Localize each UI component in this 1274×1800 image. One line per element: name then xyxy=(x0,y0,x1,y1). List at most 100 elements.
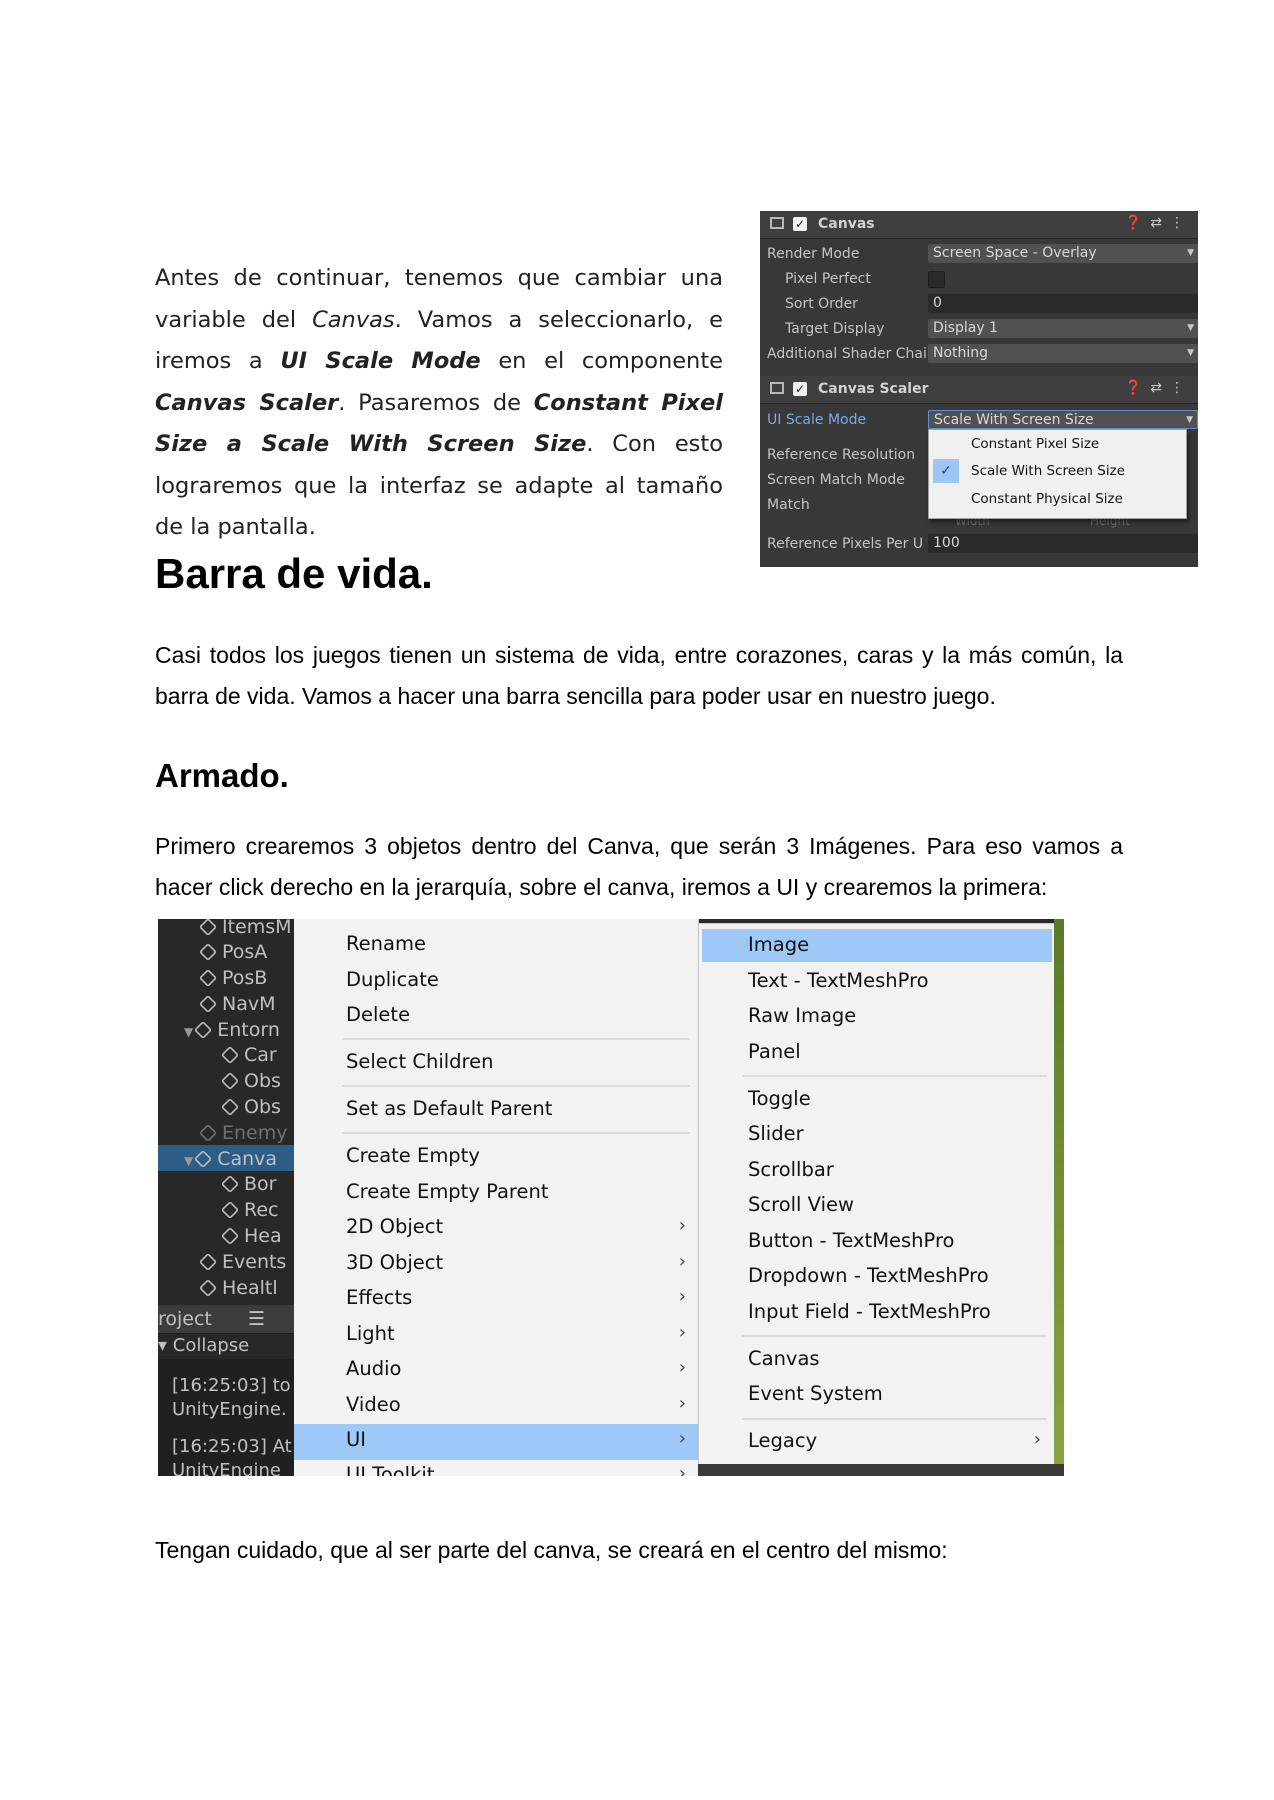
console-line[interactable]: [16:25:03] At xyxy=(172,1436,292,1457)
component-menu-icons[interactable]: ❓⇄⋮ xyxy=(1125,215,1192,231)
menu-item-ui-toolkit[interactable]: UI Toolkit xyxy=(346,1463,434,1476)
hierarchy-item[interactable]: PosA xyxy=(198,941,267,963)
intro-paragraph: Antes de continuar, tenemos que cambiar … xyxy=(155,265,724,540)
component-menu-icons[interactable]: ❓⇄⋮ xyxy=(1125,380,1192,396)
dropdown-option[interactable]: Constant Physical Size xyxy=(971,491,1123,507)
paragraph-health-bar: Casi todos los juegos tienen un sistema … xyxy=(155,642,1123,709)
menu-item-slider[interactable]: Slider xyxy=(748,1122,804,1145)
menu-item-input-field-tmp[interactable]: Input Field - TextMeshPro xyxy=(748,1300,991,1323)
render-mode-dropdown[interactable]: Screen Space - Overlay ▼ xyxy=(928,244,1198,263)
dropdown-arrow-icon: ▼ xyxy=(1187,323,1194,333)
gameobject-icon xyxy=(198,919,218,937)
menu-item-text-tmp[interactable]: Text - TextMeshPro xyxy=(748,969,929,992)
menu-item-video[interactable]: Video xyxy=(346,1393,401,1416)
hierarchy-item-canvas[interactable]: ▼ Canva xyxy=(184,1148,277,1170)
menu-item-3d-object[interactable]: 3D Object xyxy=(346,1251,443,1274)
menu-item-panel[interactable]: Panel xyxy=(748,1040,801,1063)
menu-item-delete[interactable]: Delete xyxy=(346,1003,410,1026)
submenu-arrow-icon: › xyxy=(678,1393,686,1414)
menu-separator xyxy=(342,1038,690,1040)
hierarchy-item[interactable]: NavM xyxy=(198,993,276,1015)
menu-item-button-tmp[interactable]: Button - TextMeshPro xyxy=(748,1229,954,1252)
ui-submenu: Image Text - TextMeshPro Raw Image Panel… xyxy=(698,923,1056,1476)
scale-with-screen-size-term: Scale With Screen Size xyxy=(261,431,587,457)
menu-item-effects[interactable]: Effects xyxy=(346,1286,412,1309)
hierarchy-item[interactable]: ▼ Entorn xyxy=(184,1019,280,1041)
dropdown-option[interactable]: Constant Pixel Size xyxy=(971,436,1099,452)
menu-item-rename[interactable]: Rename xyxy=(346,932,426,955)
submenu-arrow-icon: › xyxy=(678,1286,686,1307)
menu-item-light[interactable]: Light xyxy=(346,1322,395,1345)
menu-item-scrollbar[interactable]: Scrollbar xyxy=(748,1158,834,1181)
hierarchy-panel: ItemsM PosA PosB NavM ▼ Entorn Car Obs Ob… xyxy=(158,919,294,1476)
menu-separator xyxy=(342,1085,690,1087)
hierarchy-item[interactable]: Healtl xyxy=(198,1277,278,1299)
ui-scale-mode-dropdown[interactable]: Scale With Screen Size ▼ xyxy=(928,410,1198,429)
menu-separator xyxy=(742,1418,1047,1420)
menu-item-ui[interactable]: UI xyxy=(346,1428,366,1451)
gameobject-icon xyxy=(198,942,218,962)
console-line[interactable]: UnityEngine. xyxy=(172,1399,287,1420)
expand-arrow-icon: ▼ xyxy=(184,1025,194,1039)
menu-item-select-children[interactable]: Select Children xyxy=(346,1050,494,1073)
scale-mode-dropdown-menu: ✓ Constant Pixel Size Scale With Screen … xyxy=(928,429,1187,519)
canvas-scaler-icon xyxy=(770,382,784,394)
collapse-toggle[interactable]: ▾ Collapse xyxy=(158,1335,249,1356)
context-menu-screenshot: ItemsM PosA PosB NavM ▼ Entorn Car Obs Ob… xyxy=(158,919,1064,1476)
console-line[interactable]: [16:25:03] to xyxy=(172,1375,291,1396)
project-tab[interactable]: roject xyxy=(158,1308,212,1330)
menu-item-2d-object[interactable]: 2D Object xyxy=(346,1215,443,1238)
gameobject-icon xyxy=(194,1020,213,1040)
menu-item-raw-image[interactable]: Raw Image xyxy=(748,1004,856,1027)
menu-separator xyxy=(742,1075,1047,1077)
hierarchy-item[interactable]: Rec xyxy=(220,1199,278,1221)
menu-separator xyxy=(342,1132,690,1134)
inspector-screenshot: ✓ Canvas ❓⇄⋮ Render Mode Screen Space - … xyxy=(760,211,1198,567)
shader-channels-dropdown[interactable]: Nothing ▼ xyxy=(928,344,1198,363)
pixel-perfect-checkbox[interactable] xyxy=(928,271,945,288)
canvas-component-icon xyxy=(770,217,784,229)
hierarchy-item[interactable]: PosB xyxy=(198,967,267,989)
menu-item-toggle[interactable]: Toggle xyxy=(748,1087,811,1110)
gameobject-icon xyxy=(220,1174,240,1194)
dropdown-arrow-icon: ▾ xyxy=(158,1335,173,1356)
menu-item-create-empty-parent[interactable]: Create Empty Parent xyxy=(346,1180,549,1203)
hierarchy-item[interactable]: Obs xyxy=(220,1070,281,1092)
console-tab-icon[interactable]: ☰ xyxy=(248,1308,265,1330)
ui-scale-mode-term: UI Scale Mode xyxy=(280,348,481,374)
gameobject-icon xyxy=(198,1252,218,1272)
hierarchy-item[interactable]: ItemsM xyxy=(198,919,292,938)
menu-item-image[interactable]: Image xyxy=(748,933,809,956)
menu-item-legacy[interactable]: Legacy xyxy=(748,1429,817,1452)
menu-item-set-default-parent[interactable]: Set as Default Parent xyxy=(346,1097,552,1120)
menu-item-scroll-view[interactable]: Scroll View xyxy=(748,1193,854,1216)
hierarchy-item[interactable]: Events xyxy=(198,1251,286,1273)
menu-item-event-system[interactable]: Event System xyxy=(748,1382,883,1405)
hierarchy-item[interactable]: Bor xyxy=(220,1173,276,1195)
dropdown-option[interactable]: Scale With Screen Size xyxy=(971,463,1125,479)
dropdown-arrow-icon: ▼ xyxy=(1186,415,1193,425)
gameobject-icon xyxy=(220,1097,240,1117)
reference-pixels-input[interactable]: 100 xyxy=(928,534,1198,553)
menu-item-audio[interactable]: Audio xyxy=(346,1357,401,1380)
dropdown-arrow-icon: ▼ xyxy=(1187,348,1194,358)
menu-separator xyxy=(742,1335,1047,1337)
canvas-scaler-header[interactable]: ✓ Canvas Scaler ❓⇄⋮ xyxy=(760,376,1198,404)
console-line[interactable]: UnityEngine xyxy=(172,1460,281,1476)
checkmark-icon[interactable]: ✓ xyxy=(793,382,807,396)
submenu-arrow-icon: › xyxy=(678,1322,686,1343)
hierarchy-item[interactable]: Enemy xyxy=(198,1122,288,1144)
hierarchy-item[interactable]: Obs xyxy=(220,1096,281,1118)
menu-item-duplicate[interactable]: Duplicate xyxy=(346,968,439,991)
checkmark-icon[interactable]: ✓ xyxy=(793,217,807,231)
target-display-dropdown[interactable]: Display 1 ▼ xyxy=(928,319,1198,338)
menu-item-dropdown-tmp[interactable]: Dropdown - TextMeshPro xyxy=(748,1264,989,1287)
canvas-component-header[interactable]: ✓ Canvas ❓⇄⋮ xyxy=(760,211,1198,239)
menu-item-create-empty[interactable]: Create Empty xyxy=(346,1144,480,1167)
gameobject-icon xyxy=(198,1123,218,1143)
hierarchy-item[interactable]: Hea xyxy=(220,1225,282,1247)
sort-order-input[interactable]: 0 xyxy=(928,294,1198,313)
editor-bottom-strip xyxy=(698,1464,1064,1476)
hierarchy-item[interactable]: Car xyxy=(220,1044,277,1066)
menu-item-canvas[interactable]: Canvas xyxy=(748,1347,820,1370)
